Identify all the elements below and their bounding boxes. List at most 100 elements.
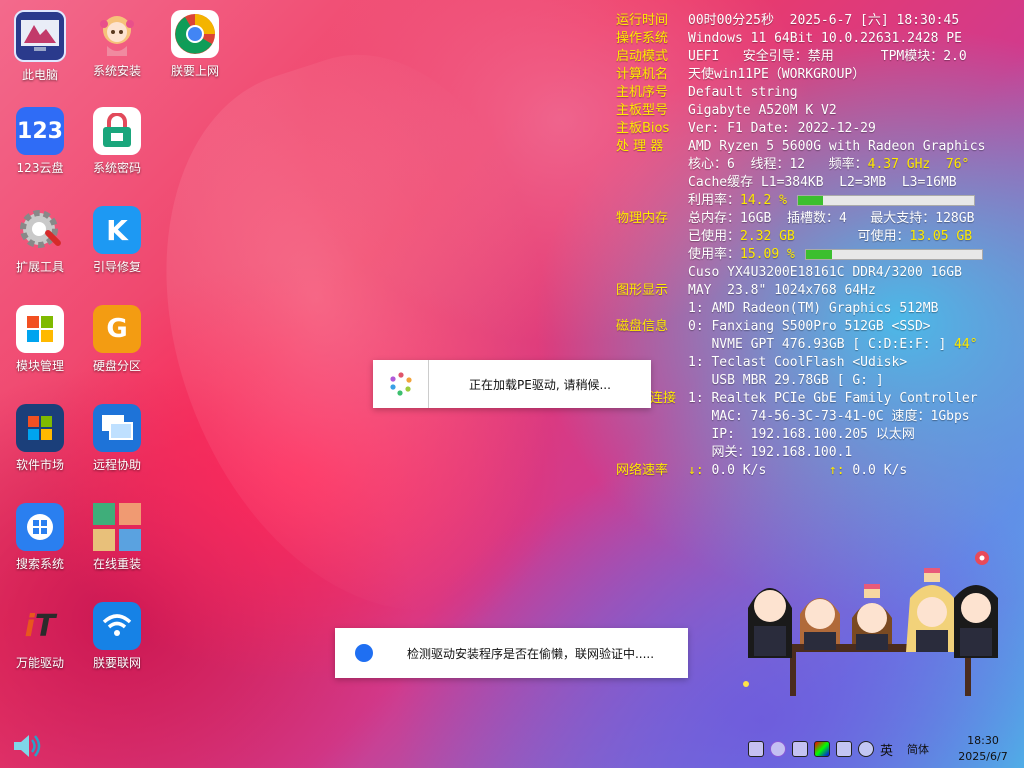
wifi-connect-icon[interactable]: 朕要联网 bbox=[79, 602, 155, 671]
wifi-icon bbox=[93, 602, 141, 650]
down-arrow: ↓: bbox=[688, 463, 704, 478]
driver-detect-dialog: 检测驱动安装程序是否在偷懒，联网验证中..... bbox=[335, 628, 688, 678]
tray-icons: 英 简体 bbox=[748, 740, 929, 759]
value-disk0: 0: Fanxiang S500Pro 512GB <SSD> bbox=[688, 319, 931, 334]
value-disk1-detail: USB MBR 29.78GB [ G: ] bbox=[688, 373, 884, 388]
icon-label: 远程协助 bbox=[92, 458, 141, 472]
extension-tools-icon[interactable]: 扩展工具 bbox=[2, 206, 78, 275]
software-market-icon[interactable]: 软件市场 bbox=[2, 404, 78, 473]
module-manager-icon[interactable]: 模块管理 bbox=[2, 305, 78, 374]
monitor-icon bbox=[14, 10, 66, 62]
cpu-util-value: 14.2 % bbox=[740, 193, 787, 208]
mem-used-label: 已使用： bbox=[688, 229, 741, 244]
mem-rate-fill bbox=[805, 250, 833, 259]
label-cpu: 处 理 器 bbox=[616, 139, 664, 154]
icon-label: 朕要联网 bbox=[92, 656, 141, 670]
chrome-icon bbox=[171, 10, 219, 58]
ime-indicator[interactable]: 简体 bbox=[907, 741, 929, 757]
icon-label: 引导修复 bbox=[92, 260, 141, 274]
value-disk1: 1: Teclast CoolFlash <Udisk> bbox=[688, 355, 908, 370]
remote-assist-icon[interactable]: 远程协助 bbox=[79, 404, 155, 473]
taskbar-clock[interactable]: 18:30 2025/6/7 bbox=[948, 733, 1018, 765]
value-gateway: 网关：192.168.100.1 bbox=[688, 445, 853, 460]
label-bios: 主板Bios bbox=[616, 121, 670, 136]
system-password-icon[interactable]: 系统密码 bbox=[79, 107, 155, 176]
icon-label: 系统安装 bbox=[92, 64, 141, 78]
chrome-browser-icon[interactable]: 朕要上网 bbox=[157, 10, 233, 79]
search-system-icon[interactable]: 搜索系统 bbox=[2, 503, 78, 572]
label-serial: 主机序号 bbox=[616, 85, 669, 100]
boot-repair-icon[interactable]: K 引导修复 bbox=[79, 206, 155, 275]
value-bios: Ver: F1 Date: 2022-12-29 bbox=[688, 121, 876, 136]
disk0-detail: NVME GPT 476.93GB [ C:D:E:F: ] bbox=[688, 337, 955, 352]
disk-partition-icon[interactable]: G 硬盘分区 bbox=[79, 305, 155, 374]
value-disk0-detail: NVME GPT 476.93GB [ C:D:E:F: ] 44° bbox=[688, 336, 978, 354]
speaker-start-icon bbox=[14, 735, 41, 757]
icon-label: 软件市场 bbox=[15, 458, 64, 472]
pe-driver-loading-dialog: 正在加载PE驱动, 请稍候... bbox=[373, 360, 651, 408]
universal-driver-icon[interactable]: iT 万能驱动 bbox=[2, 602, 78, 671]
this-pc-icon[interactable]: 此电脑 bbox=[2, 10, 78, 83]
screenshot-tray-icon[interactable] bbox=[748, 741, 764, 757]
value-gpu: 1: AMD Radeon(TM) Graphics 512MB bbox=[688, 301, 939, 316]
disk0-temp: 44° bbox=[954, 337, 978, 352]
value-mem-used: 已使用：2.32 GB 可使用：13.05 GB bbox=[688, 228, 972, 246]
mem-rate-bar bbox=[804, 249, 983, 260]
windows-store-icon bbox=[16, 404, 64, 452]
clipboard-tray-icon[interactable] bbox=[836, 741, 852, 757]
icon-label: 朕要上网 bbox=[170, 64, 219, 78]
store-bag-icon bbox=[16, 305, 64, 353]
wallpaper-shape bbox=[102, 14, 638, 666]
cloud-drive-123-icon[interactable]: 123 123云盘 bbox=[2, 107, 78, 176]
network-off-tray-icon[interactable] bbox=[858, 741, 874, 757]
icon-label: 在线重装 bbox=[92, 557, 141, 571]
label-board: 主板型号 bbox=[616, 103, 669, 118]
value-monitor: MAY 23.8" 1024x768 64Hz bbox=[688, 283, 876, 298]
clock-time: 18:30 bbox=[967, 734, 999, 747]
display-tray-icon[interactable] bbox=[814, 741, 830, 757]
icon-label: 硬盘分区 bbox=[92, 359, 141, 373]
up-arrow: ↑: bbox=[828, 463, 845, 478]
value-cpu-cores: 核心：6 线程：12 频率：4.37 GHz 76° bbox=[688, 156, 969, 174]
loading-text: 正在加载PE驱动, 请稍候... bbox=[469, 377, 611, 392]
device-tray-icon[interactable] bbox=[792, 741, 808, 757]
cloud-123-icon: 123 bbox=[16, 107, 64, 155]
language-indicator[interactable]: 英 bbox=[880, 740, 893, 759]
label-mem: 物理内存 bbox=[616, 211, 669, 226]
circle-app-tray-icon[interactable] bbox=[770, 741, 786, 757]
system-install-icon[interactable]: 系统安装 bbox=[79, 10, 155, 79]
label-pcname: 计算机名 bbox=[616, 67, 669, 82]
color-tiles-icon bbox=[93, 503, 141, 551]
cpu-util-bar bbox=[796, 195, 975, 206]
value-runtime: 00时00分25秒 2025-6-7 [六] 18:30:45 bbox=[688, 13, 960, 28]
online-reinstall-icon[interactable]: 在线重装 bbox=[79, 503, 155, 572]
value-board: Gigabyte A520M K V2 bbox=[688, 103, 837, 118]
it-logo-icon: iT bbox=[24, 608, 56, 644]
anime-girl-icon bbox=[93, 10, 141, 58]
mem-rate-value: 15.09 % bbox=[740, 247, 795, 262]
label-boot: 启动模式 bbox=[616, 49, 669, 64]
cpu-util-label: 利用率： bbox=[688, 193, 741, 208]
mem-avail-label: 可使用： bbox=[857, 229, 910, 244]
label-gpu: 图形显示 bbox=[616, 283, 669, 298]
value-serial: Default string bbox=[688, 85, 798, 100]
partition-g-icon: G bbox=[93, 305, 141, 353]
value-mem-total: 总内存：16GB 插槽数：4 最大支持：128GB bbox=[688, 211, 975, 226]
icon-label: 万能驱动 bbox=[15, 656, 64, 670]
remote-desktop-icon bbox=[93, 404, 141, 452]
start-button[interactable] bbox=[12, 732, 42, 764]
cpu-freq: 4.37 GHz 76° bbox=[867, 157, 970, 172]
mem-used-value: 2.32 GB bbox=[740, 229, 795, 244]
value-mem-rate: 使用率：15.09 % bbox=[688, 246, 983, 264]
icon-label: 模块管理 bbox=[15, 359, 64, 373]
label-os: 操作系统 bbox=[616, 31, 669, 46]
icon-label: 此电脑 bbox=[21, 68, 58, 82]
icon-label: 系统密码 bbox=[92, 161, 141, 175]
label-net-speed: 网络速率 bbox=[616, 463, 669, 478]
cores-text: 核心：6 线程：12 频率： bbox=[688, 157, 868, 172]
down-speed: 0.0 K/s bbox=[703, 463, 767, 478]
icon-label: 搜索系统 bbox=[15, 557, 64, 571]
label-runtime: 运行时间 bbox=[616, 13, 669, 28]
kde-gear-icon: K bbox=[93, 206, 141, 254]
up-speed: 0.0 K/s bbox=[844, 463, 908, 478]
